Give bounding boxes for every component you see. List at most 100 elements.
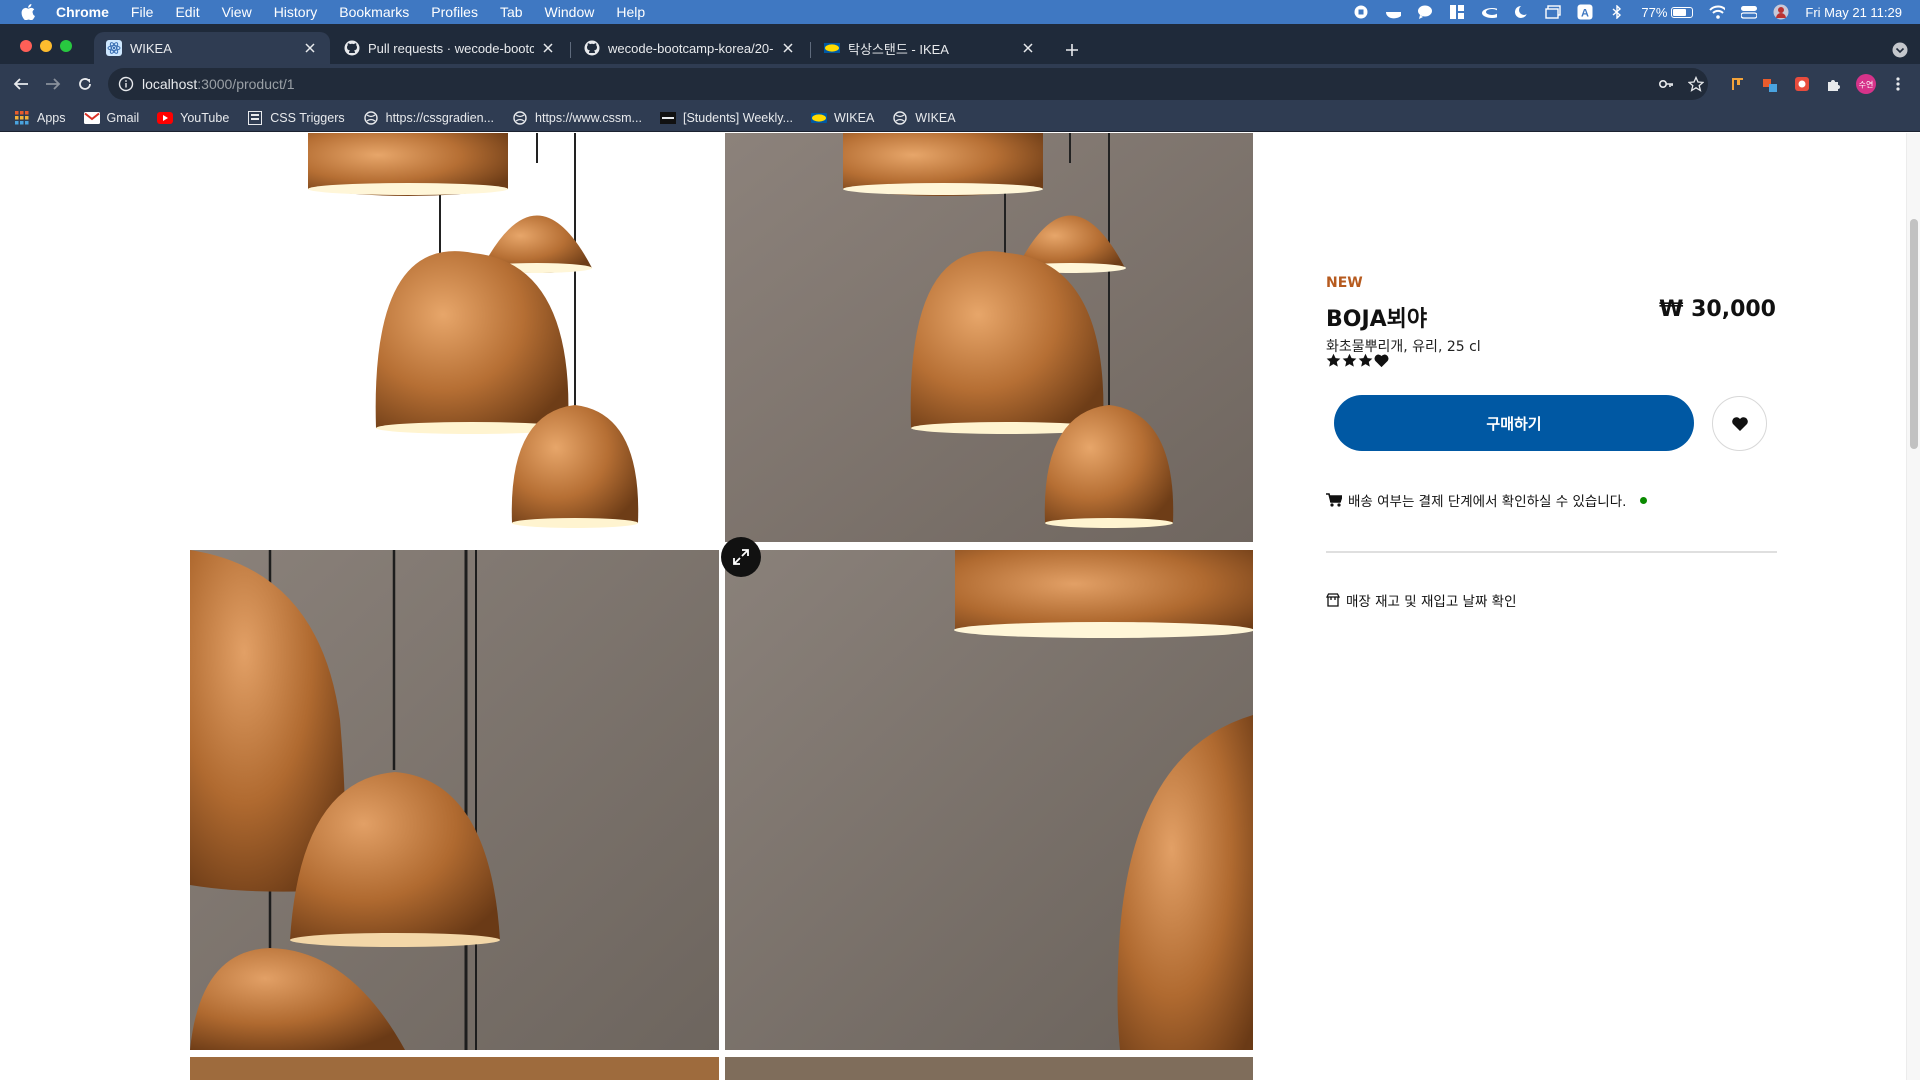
bookmark-apps[interactable]: Apps [14,110,66,126]
ikea-icon [824,40,840,56]
product-image-5[interactable] [190,1057,719,1080]
ikea-icon [811,110,827,126]
bluetooth-icon[interactable] [1609,5,1625,19]
menu-help[interactable]: Help [616,4,645,20]
control-center-icon[interactable] [1741,5,1758,19]
bookmark-cssgradient[interactable]: https://cssgradien... [363,110,494,126]
tiles-icon[interactable] [1449,5,1465,19]
menu-clock[interactable]: Fri May 21 11:29 [1805,5,1902,20]
menu-history[interactable]: History [274,4,318,20]
more-menu-icon[interactable] [1888,74,1908,94]
product-name: BOJA뵈야 [1326,307,1428,332]
extension-picture-icon[interactable] [1792,74,1812,94]
forward-button[interactable] [43,74,63,94]
close-window-button[interactable] [20,40,32,52]
product-image-1[interactable] [190,133,719,545]
bookmark-wikea-ikea[interactable]: WIKEA [811,110,874,126]
close-icon[interactable] [302,40,318,56]
tab-wikea[interactable]: WIKEA [94,32,330,64]
zoom-window-button[interactable] [60,40,72,52]
wifi-icon[interactable] [1709,5,1726,19]
close-icon[interactable] [780,40,796,56]
css-triggers-icon [247,110,263,126]
tab-title: 탁상스탠드 - IKEA [848,41,949,57]
menu-view[interactable]: View [222,4,252,20]
wishlist-button[interactable] [1712,396,1767,451]
product-image-2[interactable] [725,133,1253,542]
extensions-puzzle-icon[interactable] [1824,74,1844,94]
menu-app-chrome[interactable]: Chrome [56,4,109,20]
record-icon[interactable] [1353,5,1369,19]
menu-status-area: A 77% Fri May 21 11:29 [1353,0,1902,24]
extension-pin-icon[interactable] [1760,74,1780,94]
product-price: ₩ 30,000 [1659,297,1776,322]
plus-icon [1066,44,1078,56]
apple-icon[interactable] [20,4,36,20]
product-image-3[interactable] [190,550,719,1050]
user-avatar-icon[interactable] [1773,4,1789,20]
new-tab-button[interactable] [1060,38,1084,62]
bookmark-cssm[interactable]: https://www.cssm... [512,110,642,126]
store-icon [1326,593,1340,607]
scrollbar-thumb[interactable] [1910,219,1918,449]
extension-flag-icon[interactable] [1728,74,1748,94]
battery-icon [1671,6,1694,18]
menu-file[interactable]: File [131,4,154,20]
chevron-down-icon [1892,42,1908,58]
tab-wecode-repo[interactable]: wecode-bootcamp-korea/20-1 [572,32,808,64]
url-text: localhost:3000/product/1 [142,76,295,92]
menu-edit[interactable]: Edit [175,4,199,20]
address-bar[interactable]: localhost:3000/product/1 [108,68,1708,100]
bookmark-youtube[interactable]: YouTube [157,110,229,126]
menu-bookmarks[interactable]: Bookmarks [339,4,409,20]
rating-stars [1326,353,1389,368]
window-controls [20,40,72,52]
site-info-icon[interactable] [118,76,134,92]
moon-icon[interactable] [1513,5,1529,19]
stock-text: 매장 재고 및 재입고 날짜 확인 [1346,594,1517,610]
docker-icon[interactable] [1385,5,1402,19]
tab-title: WIKEA [130,40,172,56]
minimize-window-button[interactable] [40,40,52,52]
bookmark-css-triggers[interactable]: CSS Triggers [247,110,345,126]
profile-avatar-icon[interactable]: 수연 [1856,74,1876,94]
input-source-icon[interactable]: A [1577,4,1593,20]
tab-title: Pull requests · wecode-bootcamp [368,40,534,56]
menu-tab[interactable]: Tab [500,4,523,20]
close-icon[interactable] [1020,40,1036,56]
tab-ikea-desk-lamp[interactable]: 탁상스탠드 - IKEA [812,32,1048,64]
star-icon[interactable] [1688,76,1704,92]
product-image-4[interactable] [725,550,1253,1050]
tab-search-button[interactable] [1892,42,1908,58]
tab-separator [570,42,571,58]
svg-text:A: A [1581,8,1589,20]
cart-icon [1326,493,1342,507]
key-icon[interactable] [1658,76,1674,92]
status-dot [1640,496,1648,504]
bookmark-wikea[interactable]: WIKEA [892,110,956,126]
battery-indicator[interactable]: 77% [1641,5,1694,20]
bookmark-label: https://www.cssm... [535,110,642,125]
close-icon[interactable] [540,40,556,56]
bookmark-gmail[interactable]: Gmail [83,110,139,126]
bookmark-students-weekly[interactable]: [Students] Weekly... [659,110,793,126]
star-icon [1326,353,1341,368]
delivery-info: 배송 여부는 결제 단계에서 확인하실 수 있습니다. [1326,490,1648,510]
store-stock-link[interactable]: 매장 재고 및 재입고 날짜 확인 [1326,590,1517,610]
product-image-6[interactable] [725,1057,1253,1080]
screens-icon[interactable] [1545,5,1562,19]
bookmark-label: CSS Triggers [270,110,345,125]
back-button[interactable] [11,74,31,94]
globe-icon [892,110,908,126]
menu-window[interactable]: Window [545,4,595,20]
expand-gallery-button[interactable] [721,537,761,577]
cloud-icon[interactable] [1481,5,1498,19]
buy-button[interactable]: 구매하기 [1334,395,1694,451]
chat-bubble-icon[interactable] [1417,5,1433,19]
bookmark-label: Apps [37,110,66,125]
arrow-right-icon [46,78,61,90]
menu-profiles[interactable]: Profiles [431,4,478,20]
reload-button[interactable] [75,74,95,94]
page-scrollbar[interactable] [1906,133,1920,1080]
tab-pull-requests[interactable]: Pull requests · wecode-bootcamp [332,32,568,64]
